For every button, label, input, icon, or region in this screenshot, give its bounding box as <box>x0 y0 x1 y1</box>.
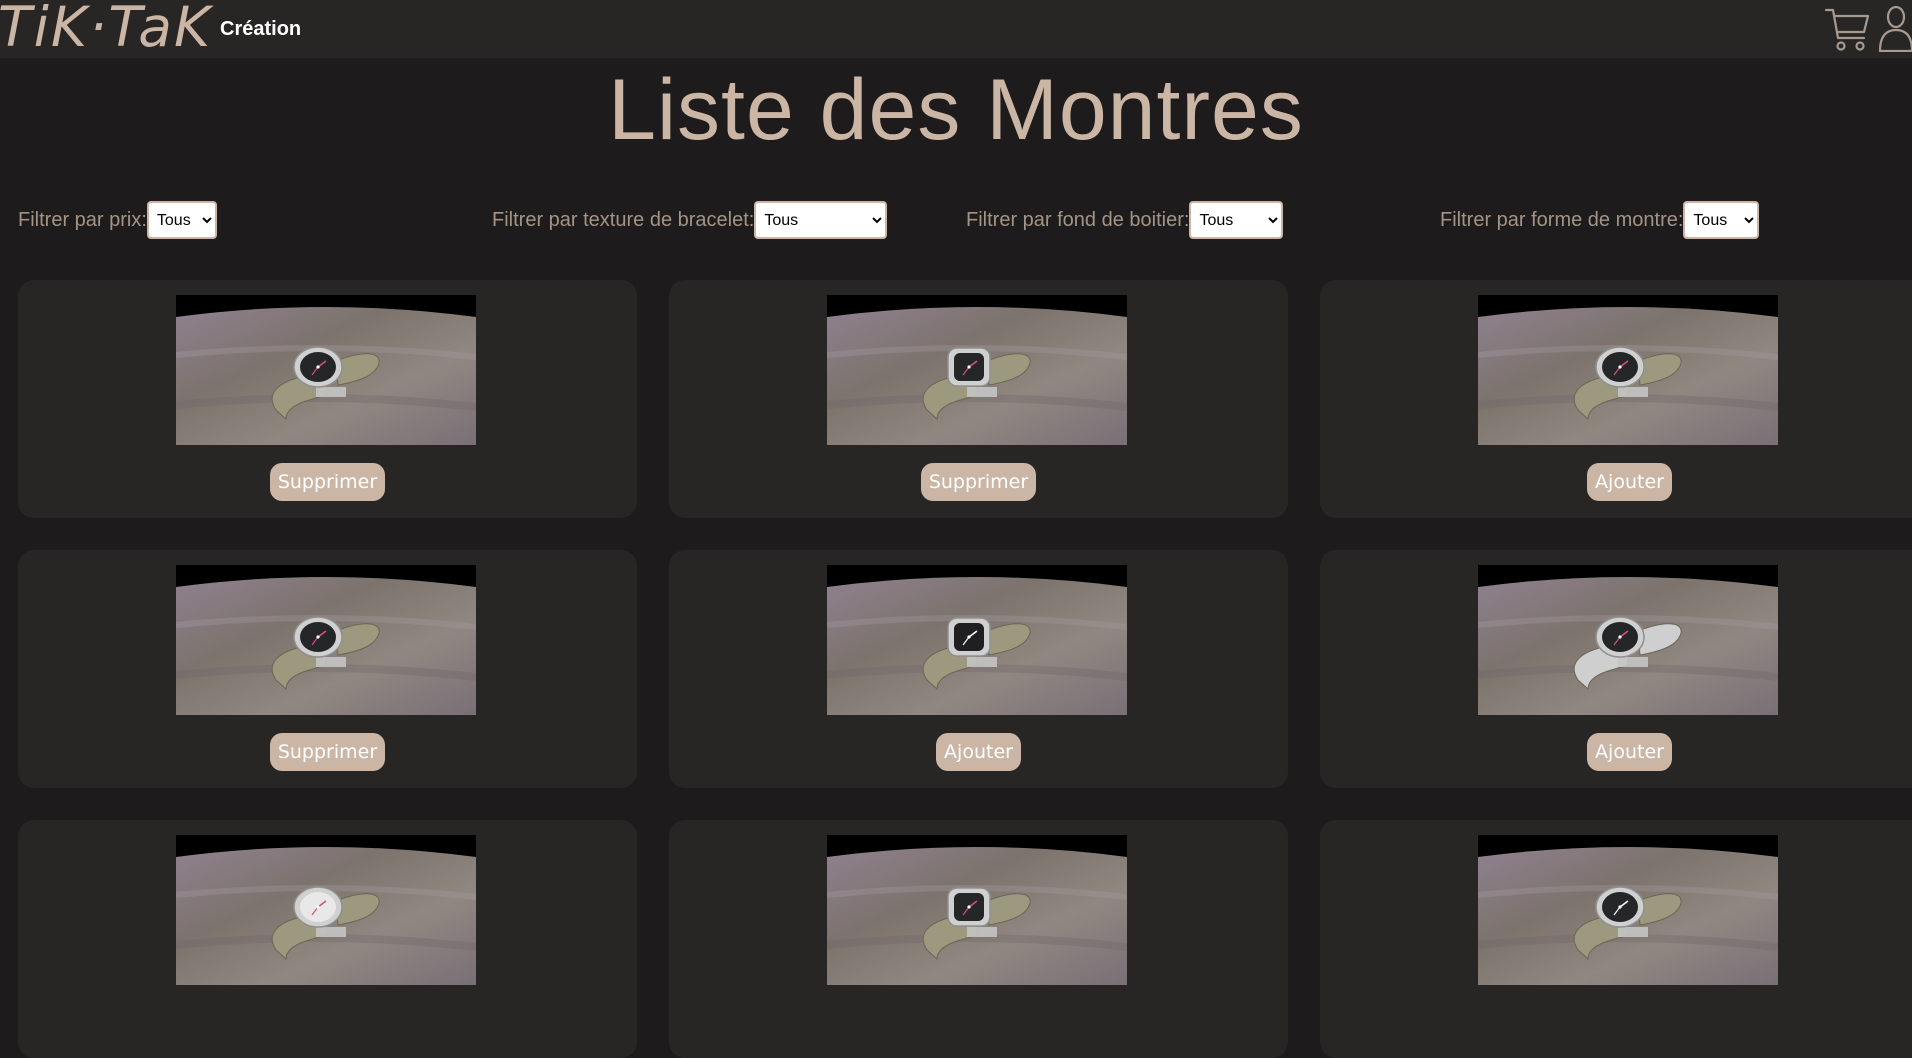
filters-bar: Filtrer par prix: Tous Filtrer par textu… <box>0 200 1912 240</box>
filter-strap-texture: Filtrer par texture de bracelet: Tous <box>492 200 888 240</box>
watch-image <box>176 565 476 715</box>
site-logo[interactable]: TiK·TaK <box>0 0 212 56</box>
watch-card <box>1320 820 1912 1058</box>
filter-case-background-select[interactable]: Tous <box>1189 201 1284 239</box>
page-title: Liste des Montres <box>608 62 1304 158</box>
watch-card: Ajouter <box>1320 550 1912 788</box>
add-button[interactable]: Ajouter <box>936 733 1021 771</box>
watch-image <box>827 565 1127 715</box>
watch-card <box>18 820 637 1058</box>
watch-grid: Supprimer Supprimer Ajouter Supprimer Aj… <box>0 280 1912 1058</box>
user-icon[interactable] <box>1876 4 1912 52</box>
watch-image <box>1478 565 1778 715</box>
filter-watch-shape-label: Filtrer par forme de montre: <box>1440 208 1684 231</box>
filter-price-select[interactable]: Tous <box>146 201 217 239</box>
watch-card <box>669 820 1288 1058</box>
card-actions: Ajouter <box>669 733 1288 771</box>
watch-card: Supprimer <box>18 280 637 518</box>
card-actions: Ajouter <box>1320 733 1912 771</box>
filter-case-background-label: Filtrer par fond de boitier: <box>966 208 1190 231</box>
remove-button[interactable]: Supprimer <box>269 733 386 771</box>
filter-price: Filtrer par prix: Tous <box>18 200 217 240</box>
card-actions: Supprimer <box>18 733 637 771</box>
watch-image <box>176 295 476 445</box>
watch-image <box>1478 835 1778 985</box>
add-button[interactable]: Ajouter <box>1587 463 1672 501</box>
filter-case-background: Filtrer par fond de boitier: Tous <box>966 200 1284 240</box>
watch-card: Supprimer <box>669 280 1288 518</box>
remove-button[interactable]: Supprimer <box>920 463 1037 501</box>
watch-card: Ajouter <box>669 550 1288 788</box>
top-navbar: TiK·TaK Création <box>0 0 1912 58</box>
watch-card: Ajouter <box>1320 280 1912 518</box>
card-actions: Supprimer <box>18 463 637 501</box>
filter-watch-shape-select[interactable]: Tous <box>1683 201 1760 239</box>
add-button[interactable]: Ajouter <box>1587 733 1672 771</box>
filter-strap-texture-label: Filtrer par texture de bracelet: <box>492 208 755 231</box>
nav-link-creation[interactable]: Création <box>220 0 301 58</box>
watch-image <box>827 295 1127 445</box>
card-actions: Supprimer <box>669 463 1288 501</box>
watch-image <box>176 835 476 985</box>
filter-watch-shape: Filtrer par forme de montre: Tous <box>1440 200 1760 240</box>
watch-image <box>827 835 1127 985</box>
filter-price-label: Filtrer par prix: <box>18 208 147 231</box>
remove-button[interactable]: Supprimer <box>269 463 386 501</box>
cart-icon[interactable] <box>1824 4 1870 52</box>
filter-strap-texture-select[interactable]: Tous <box>754 201 888 239</box>
watch-image <box>1478 295 1778 445</box>
card-actions: Ajouter <box>1320 463 1912 501</box>
watch-card: Supprimer <box>18 550 637 788</box>
